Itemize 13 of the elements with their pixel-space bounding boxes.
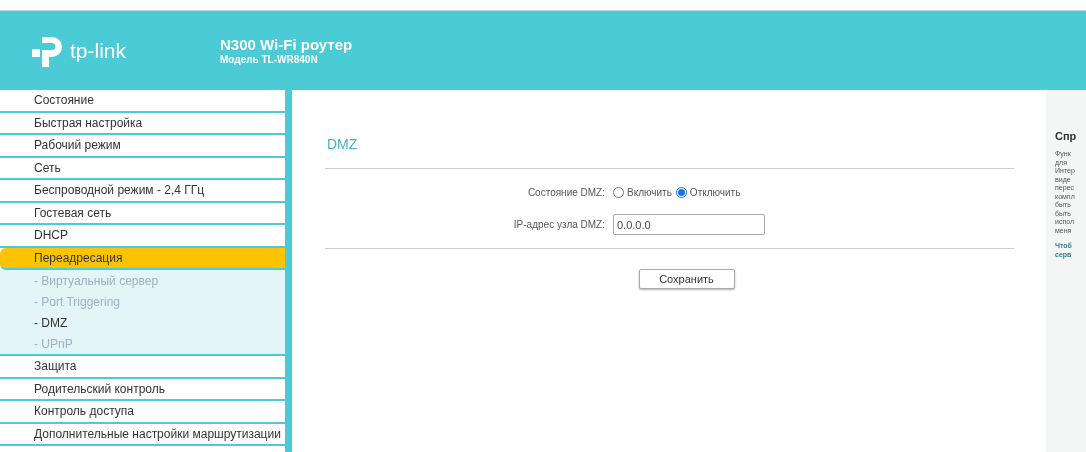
save-button[interactable]: Сохранить bbox=[638, 269, 735, 289]
radio-label: Включить bbox=[627, 186, 672, 200]
help-title: Спр bbox=[1055, 129, 1078, 144]
ip-input-field[interactable]: 0.0.0.0 bbox=[613, 214, 765, 235]
field-label: Состояние DMZ: bbox=[526, 186, 605, 200]
page-title: DMZ bbox=[326, 135, 359, 152]
model-label: Модель TL-WR840N bbox=[220, 53, 319, 66]
submenu-item[interactable]: - DMZ bbox=[0, 312, 285, 333]
field-label: IP-адрес узла DMZ: bbox=[512, 218, 605, 232]
product-title: N300 Wi-Fi роутер bbox=[220, 35, 353, 54]
sidebar-item[interactable]: Переадресация bbox=[0, 247, 285, 270]
radio-label: Отключить bbox=[689, 186, 741, 200]
brand-name: tp-link bbox=[70, 37, 127, 64]
